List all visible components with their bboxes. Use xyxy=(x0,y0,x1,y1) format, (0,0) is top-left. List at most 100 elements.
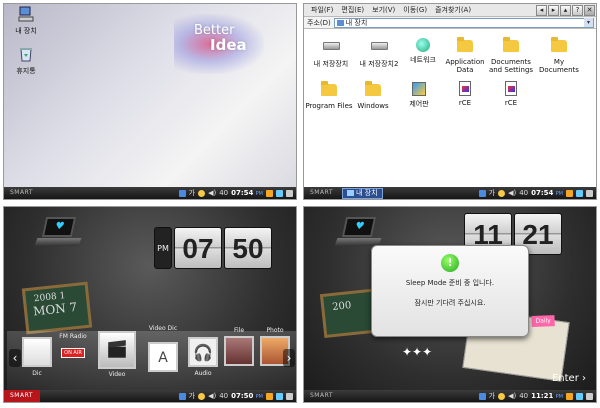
enter-button[interactable]: Enter › xyxy=(552,373,586,384)
start-button[interactable]: SMART xyxy=(304,187,340,199)
taskbar-window-my-device[interactable]: 내 장치 xyxy=(342,187,383,199)
speaker-icon[interactable]: ◀) xyxy=(208,189,216,197)
speaker-icon[interactable]: ◀) xyxy=(508,392,516,400)
chevron-left-icon[interactable]: ‹ xyxy=(9,349,21,367)
media-item-file[interactable]: File xyxy=(221,327,257,366)
media-item-video-dic[interactable]: Video Dic A xyxy=(141,325,185,372)
back-icon[interactable]: ◂ xyxy=(536,4,547,16)
display-icon[interactable] xyxy=(586,189,593,197)
volume-level: 40 xyxy=(219,189,229,197)
desktop-icon-my-device[interactable]: 내 장치 xyxy=(6,6,46,36)
computer-icon xyxy=(347,190,354,196)
input-language[interactable]: 가 xyxy=(189,188,195,198)
media-item-audio[interactable]: 🎧 Audio xyxy=(185,337,221,377)
folder-icon xyxy=(551,37,567,52)
file-item[interactable]: 내 저장장치 xyxy=(306,37,356,68)
help-button[interactable]: ? xyxy=(572,4,583,16)
bulb-icon[interactable] xyxy=(198,189,206,197)
computer-icon xyxy=(18,6,34,22)
speaker-icon[interactable]: ◀) xyxy=(508,189,516,197)
up-icon[interactable]: ▴ xyxy=(560,4,571,16)
menu-favorites[interactable]: 즐겨찾기(A) xyxy=(431,5,475,15)
desktop-panel: Better Idea 내 장치 휴지통 SMART 가 ◀) 40 07:54… xyxy=(3,3,297,200)
chevron-right-icon: › xyxy=(582,373,586,384)
input-language[interactable]: 가 xyxy=(489,391,495,401)
puzzle-decoration: ✦✦✦ xyxy=(402,345,433,359)
clock: 07:50 PM xyxy=(231,392,263,400)
taskbar: SMART 가 ◀) 40 11:21 PM xyxy=(304,390,596,402)
network-icon xyxy=(416,38,430,52)
folder-icon xyxy=(503,37,519,52)
display-icon[interactable] xyxy=(286,392,293,400)
start-button[interactable]: SMART xyxy=(304,390,340,402)
system-tray: 가 ◀) 40 11:21 PM xyxy=(478,391,596,401)
keyboard-icon[interactable] xyxy=(576,392,583,400)
taskbar: SMART 내 장치 가 ◀) 40 07:54 PM xyxy=(304,187,596,199)
network-status-icon[interactable] xyxy=(478,189,486,197)
network-status-icon[interactable] xyxy=(178,189,186,197)
sticky-note: Daily xyxy=(531,315,555,327)
address-input[interactable]: 내 장치 ▾ xyxy=(333,17,594,28)
close-button[interactable]: ✕ xyxy=(584,4,595,16)
volume-level: 40 xyxy=(219,392,229,400)
exclamation-icon: ! xyxy=(441,254,459,272)
menu-go[interactable]: 이동(G) xyxy=(399,5,431,15)
power-icon[interactable] xyxy=(566,189,573,197)
keyboard-icon[interactable] xyxy=(576,189,583,197)
power-icon[interactable] xyxy=(266,392,273,400)
input-language[interactable]: 가 xyxy=(489,188,495,198)
clock: 07:54 PM xyxy=(231,189,263,197)
bulb-icon[interactable] xyxy=(198,392,206,400)
power-icon[interactable] xyxy=(566,392,573,400)
taskbar: SMART 가 ◀) 40 07:50 PM xyxy=(4,390,296,402)
file-item[interactable]: 제어판 xyxy=(394,81,444,108)
menu-edit[interactable]: 편집(E) xyxy=(337,5,368,15)
dictionary-icon xyxy=(22,337,52,367)
chevron-right-icon[interactable]: › xyxy=(283,349,295,367)
network-status-icon[interactable] xyxy=(478,392,486,400)
computer-icon xyxy=(336,19,344,26)
power-icon[interactable] xyxy=(266,189,273,197)
media-item-video[interactable]: Video xyxy=(95,331,139,378)
clock: 11:21 PM xyxy=(531,392,563,400)
speaker-icon[interactable]: ◀) xyxy=(208,392,216,400)
network-status-icon[interactable] xyxy=(178,392,186,400)
flip-clock: PM 07 50 xyxy=(154,227,272,269)
keyboard-icon[interactable] xyxy=(276,392,283,400)
media-item-dic[interactable]: Dic xyxy=(21,337,53,377)
input-language[interactable]: 가 xyxy=(189,391,195,401)
file-item[interactable]: Documents and Settings xyxy=(486,37,536,74)
menu-view[interactable]: 보기(V) xyxy=(368,5,399,15)
clock: 07:54 PM xyxy=(531,189,563,197)
start-button[interactable]: SMART xyxy=(4,187,40,199)
headphones-icon: 🎧 xyxy=(188,337,218,367)
menu-file[interactable]: 파일(F) xyxy=(307,5,337,15)
display-icon[interactable] xyxy=(286,189,293,197)
dialog-message: Sleep Mode 준비 중 입니다. xyxy=(405,279,495,287)
file-item[interactable]: rCE xyxy=(486,81,536,107)
file-item[interactable]: rCE xyxy=(440,81,490,107)
chevron-down-icon[interactable]: ▾ xyxy=(584,18,593,27)
file-item[interactable]: 내 저장장치2 xyxy=(354,37,404,68)
file-item[interactable]: Application Data xyxy=(440,37,490,74)
display-icon[interactable] xyxy=(586,392,593,400)
sleep-mode-dialog: ! Sleep Mode 준비 중 입니다. 잠시만 기다려 주십시요. xyxy=(371,245,529,337)
start-button[interactable]: SMART xyxy=(4,390,40,402)
control-panel-icon xyxy=(412,82,426,96)
file-item[interactable]: Windows xyxy=(348,81,398,110)
folder-icon xyxy=(457,37,473,52)
keyboard-icon[interactable] xyxy=(276,189,283,197)
rce-icon xyxy=(459,81,471,96)
media-item-fm-radio[interactable]: FM Radio ON AIR xyxy=(53,333,93,358)
forward-icon[interactable]: ▸ xyxy=(548,4,559,16)
file-item[interactable]: Program Files xyxy=(304,81,354,110)
file-item[interactable]: My Documents xyxy=(534,37,584,74)
bulb-icon[interactable] xyxy=(498,392,506,400)
drive-icon xyxy=(370,42,388,50)
desktop-icon-recycle-bin[interactable]: 휴지통 xyxy=(6,46,46,76)
bulb-icon[interactable] xyxy=(498,189,506,197)
clapperboard-icon xyxy=(98,331,136,369)
rce-icon xyxy=(505,81,517,96)
launcher-panel: PM 07 50 2008 1 MON 7 ‹ Dic FM Radio ON … xyxy=(3,206,297,403)
clock-hour: 07 xyxy=(174,227,222,269)
